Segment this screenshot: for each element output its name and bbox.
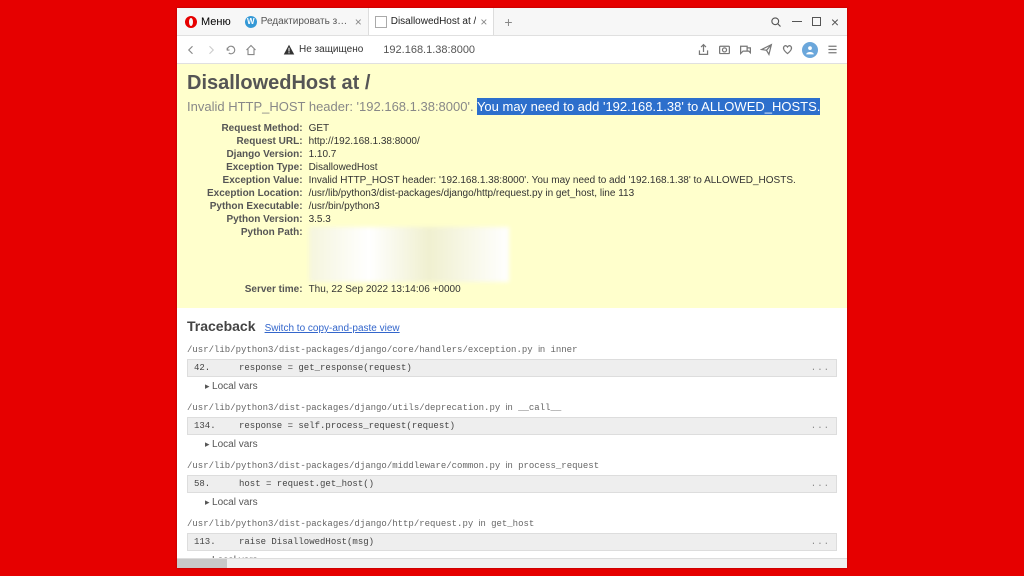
tab-bar: Меню W Редактировать запись "Т... × Disa… <box>177 8 847 36</box>
url-text[interactable]: 192.168.1.38:8000 <box>383 44 475 56</box>
traceback-section: Traceback Switch to copy-and-paste view … <box>177 308 847 558</box>
maximize-icon[interactable] <box>812 17 821 26</box>
avatar-icon[interactable] <box>802 42 818 58</box>
security-text: Не защищено <box>299 44 363 55</box>
meta-label: Server time: <box>207 283 309 296</box>
tab-label: DisallowedHost at / <box>391 16 477 27</box>
frame-location: /usr/lib/python3/dist-packages/django/co… <box>187 344 837 355</box>
page-icon <box>375 16 387 28</box>
redacted-content <box>309 227 509 282</box>
meta-label: Exception Type: <box>207 161 309 174</box>
meta-value: /usr/lib/python3/dist-packages/django/ht… <box>309 187 796 200</box>
warning-icon <box>283 44 295 56</box>
subhead-prefix: Invalid HTTP_HOST header: '192.168.1.38:… <box>187 99 477 114</box>
page-title: DisallowedHost at / <box>187 72 837 95</box>
browser-window: Меню W Редактировать запись "Т... × Disa… <box>177 8 847 568</box>
meta-label: Python Path: <box>207 226 309 283</box>
menu-icon[interactable] <box>826 43 839 56</box>
expand-icon[interactable]: ... <box>811 363 830 373</box>
code-line[interactable]: 42.response = get_response(request)... <box>187 359 837 377</box>
meta-value: 3.5.3 <box>309 213 796 226</box>
meta-label: Python Executable: <box>207 200 309 213</box>
frame-location: /usr/lib/python3/dist-packages/django/ht… <box>187 518 837 529</box>
meta-label: Python Version: <box>207 213 309 226</box>
meta-label: Exception Location: <box>207 187 309 200</box>
switch-view-link[interactable]: Switch to copy-and-paste view <box>265 323 400 334</box>
expand-icon[interactable]: ... <box>811 479 830 489</box>
subhead-highlight: You may need to add '192.168.1.38' to AL… <box>477 98 820 115</box>
meta-value: http://192.168.1.38:8000/ <box>309 135 796 148</box>
heart-icon[interactable] <box>781 43 794 56</box>
code-line[interactable]: 134.response = self.process_request(requ… <box>187 417 837 435</box>
wordpress-icon: W <box>245 16 257 28</box>
error-meta-table: Request Method:GET Request URL:http://19… <box>207 122 796 296</box>
screenshot-icon[interactable] <box>718 43 731 56</box>
local-vars-toggle[interactable]: Local vars <box>187 497 837 508</box>
frame-location: /usr/lib/python3/dist-packages/django/ut… <box>187 402 837 413</box>
menu-label: Меню <box>201 16 231 28</box>
messenger-icon[interactable] <box>739 43 752 56</box>
reload-button[interactable] <box>225 44 237 56</box>
meta-value: /usr/bin/python3 <box>309 200 796 213</box>
traceback-heading: Traceback <box>187 318 256 334</box>
expand-icon[interactable]: ... <box>811 421 830 431</box>
back-button[interactable] <box>185 44 197 56</box>
meta-label: Request Method: <box>207 122 309 135</box>
horizontal-scrollbar[interactable] <box>177 558 847 568</box>
expand-icon[interactable]: ... <box>811 537 830 547</box>
opera-icon <box>185 16 197 28</box>
error-subheading: Invalid HTTP_HOST header: '192.168.1.38:… <box>187 99 837 114</box>
close-icon[interactable]: × <box>355 15 362 29</box>
meta-value: 1.10.7 <box>309 148 796 161</box>
meta-value: DisallowedHost <box>309 161 796 174</box>
meta-value: Invalid HTTP_HOST header: '192.168.1.38:… <box>309 174 796 187</box>
new-tab-button[interactable]: + <box>494 14 522 30</box>
browser-menu-button[interactable]: Меню <box>177 8 239 35</box>
code-line[interactable]: 113.raise DisallowedHost(msg)... <box>187 533 837 551</box>
share-icon[interactable] <box>697 43 710 56</box>
code-line[interactable]: 58.host = request.get_host()... <box>187 475 837 493</box>
meta-label: Exception Value: <box>207 174 309 187</box>
security-indicator[interactable]: Не защищено <box>283 44 363 56</box>
search-icon[interactable] <box>770 16 782 28</box>
toolbar-right <box>697 42 839 58</box>
meta-value: GET <box>309 122 796 135</box>
meta-value: Thu, 22 Sep 2022 13:14:06 +0000 <box>309 283 796 296</box>
traceback-frame: /usr/lib/python3/dist-packages/django/mi… <box>187 460 837 508</box>
forward-button[interactable] <box>205 44 217 56</box>
frame-location: /usr/lib/python3/dist-packages/django/mi… <box>187 460 837 471</box>
send-icon[interactable] <box>760 43 773 56</box>
local-vars-toggle[interactable]: Local vars <box>187 439 837 450</box>
page-content: DisallowedHost at / Invalid HTTP_HOST he… <box>177 64 847 558</box>
traceback-frame: /usr/lib/python3/dist-packages/django/ut… <box>187 402 837 450</box>
window-controls: × <box>762 14 847 30</box>
tab-django-error[interactable]: DisallowedHost at / × <box>369 8 495 35</box>
error-summary: DisallowedHost at / Invalid HTTP_HOST he… <box>177 64 847 308</box>
tab-wordpress[interactable]: W Редактировать запись "Т... × <box>239 8 369 35</box>
close-icon[interactable]: × <box>480 15 487 29</box>
traceback-frame: /usr/lib/python3/dist-packages/django/co… <box>187 344 837 392</box>
close-icon[interactable]: × <box>831 14 839 30</box>
local-vars-toggle[interactable]: Local vars <box>187 381 837 392</box>
meta-label: Django Version: <box>207 148 309 161</box>
home-button[interactable] <box>245 44 257 56</box>
address-bar: Не защищено 192.168.1.38:8000 <box>177 36 847 64</box>
traceback-frame: /usr/lib/python3/dist-packages/django/ht… <box>187 518 837 558</box>
meta-label: Request URL: <box>207 135 309 148</box>
tab-label: Редактировать запись "Т... <box>261 16 351 27</box>
scrollbar-thumb[interactable] <box>177 559 227 568</box>
minimize-icon[interactable] <box>792 21 802 22</box>
